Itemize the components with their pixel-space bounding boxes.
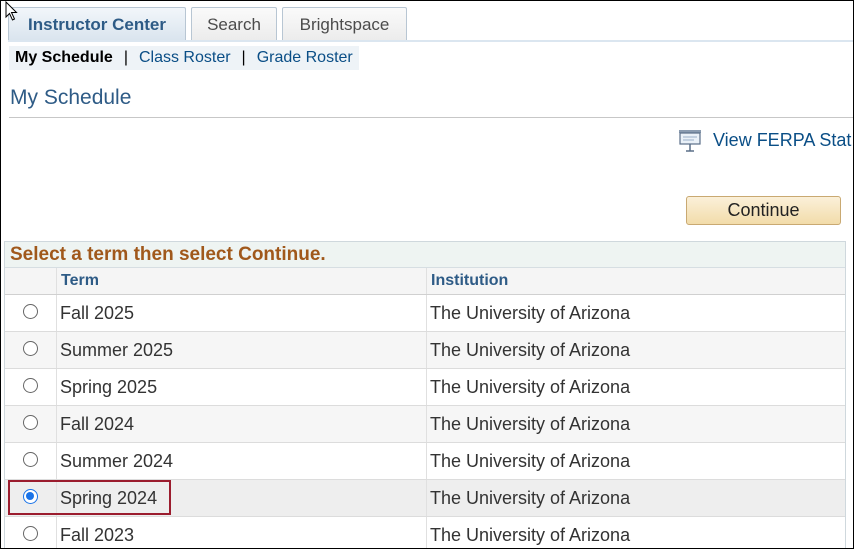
institution-cell: The University of Arizona	[430, 340, 631, 360]
term-radio-button[interactable]	[23, 489, 38, 504]
radio-cell	[5, 443, 57, 479]
class-roster-link[interactable]: Class Roster	[139, 49, 231, 66]
radio-cell	[5, 406, 57, 442]
table-row[interactable]: Fall 2024 The University of Arizona	[5, 406, 845, 443]
table-row[interactable]: Fall 2025 The University of Arizona	[5, 295, 845, 332]
grid-header: Term Institution	[5, 268, 845, 295]
radio-cell	[5, 295, 57, 331]
tab-brightspace[interactable]: Brightspace	[282, 7, 407, 40]
select-column-header	[5, 268, 57, 294]
term-cell: Fall 2024	[57, 406, 427, 442]
radio-cell	[5, 517, 57, 548]
app-window: Instructor Center Search Brightspace My …	[0, 0, 854, 549]
tab-instructor-center[interactable]: Instructor Center	[8, 7, 186, 41]
term-radio-button[interactable]	[23, 452, 38, 467]
institution-cell: The University of Arizona	[430, 488, 631, 508]
term-grid: Select a term then select Continue. Term…	[4, 241, 846, 548]
term-column-header: Term	[57, 268, 427, 294]
table-row[interactable]: Summer 2025 The University of Arizona	[5, 332, 845, 369]
term-cell: Spring 2025	[57, 369, 427, 405]
grid-title: Select a term then select Continue.	[5, 242, 845, 268]
institution-cell: The University of Arizona	[430, 377, 631, 397]
view-ferpa-link[interactable]: View FERPA Stat	[677, 127, 851, 153]
term-cell: Fall 2023	[57, 517, 427, 548]
institution-cell: The University of Arizona	[430, 525, 631, 545]
sub-navigation: My Schedule | Class Roster | Grade Roster	[9, 46, 359, 70]
term-cell: Summer 2025	[57, 332, 427, 368]
continue-button[interactable]: Continue	[686, 196, 841, 225]
term-cell: Summer 2024	[57, 443, 427, 479]
radio-cell	[5, 369, 57, 405]
mouse-cursor-icon	[5, 1, 18, 21]
title-divider	[9, 117, 853, 118]
tab-search[interactable]: Search	[191, 7, 277, 40]
term-radio-button[interactable]	[23, 415, 38, 430]
term-radio-button[interactable]	[23, 378, 38, 393]
tab-divider	[8, 40, 853, 42]
subnav-separator: |	[241, 49, 246, 66]
table-row[interactable]: Spring 2024 The University of Arizona	[5, 480, 845, 517]
grade-roster-link[interactable]: Grade Roster	[257, 49, 353, 66]
table-row[interactable]: Summer 2024 The University of Arizona	[5, 443, 845, 480]
radio-cell	[5, 480, 57, 516]
tab-bar: Instructor Center Search Brightspace	[8, 7, 848, 41]
radio-cell	[5, 332, 57, 368]
institution-cell: The University of Arizona	[430, 414, 631, 434]
term-radio-button[interactable]	[23, 341, 38, 356]
institution-cell: The University of Arizona	[430, 451, 631, 471]
term-cell: Spring 2024	[57, 480, 427, 516]
institution-column-header: Institution	[431, 272, 509, 289]
presentation-board-icon	[679, 130, 701, 152]
term-radio-button[interactable]	[23, 526, 38, 541]
table-row[interactable]: Spring 2025 The University of Arizona	[5, 369, 845, 406]
institution-cell: The University of Arizona	[430, 303, 631, 323]
page-title: My Schedule	[10, 86, 132, 109]
subnav-separator: |	[123, 49, 128, 66]
table-row[interactable]: Fall 2023 The University of Arizona	[5, 517, 845, 548]
ferpa-link-label: View FERPA Stat	[713, 129, 852, 150]
term-radio-button[interactable]	[23, 304, 38, 319]
term-cell: Fall 2025	[57, 295, 427, 331]
subnav-my-schedule: My Schedule	[15, 49, 113, 66]
